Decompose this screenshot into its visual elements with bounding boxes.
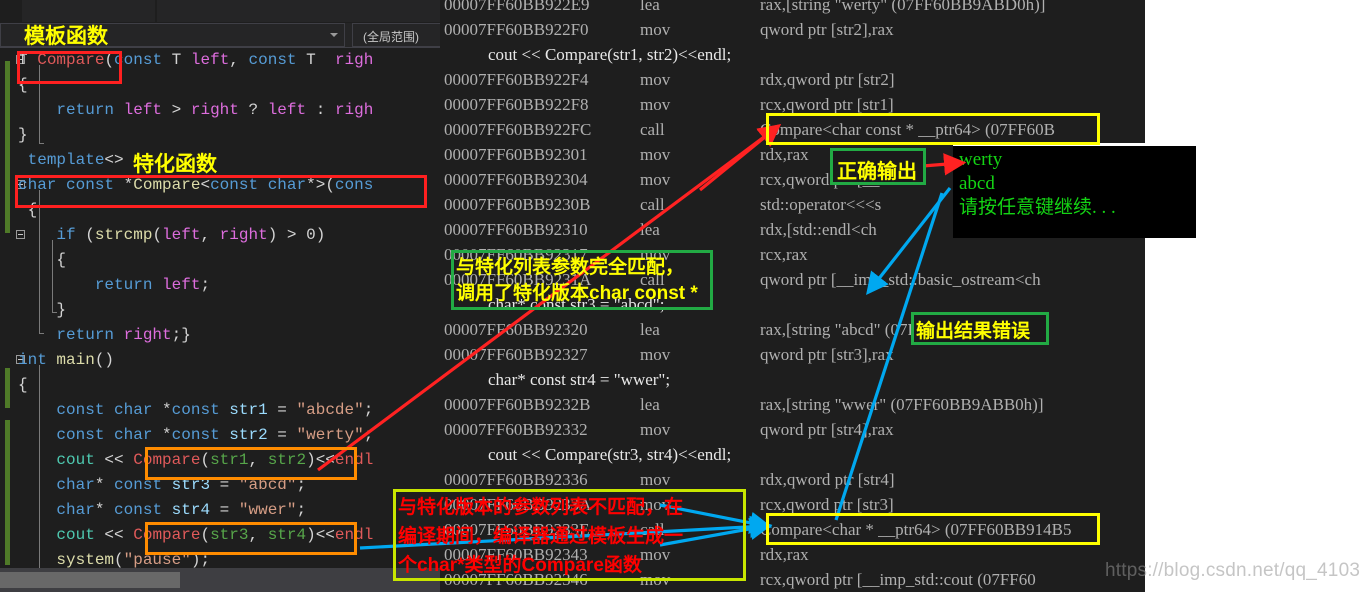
disassembly-operands: rax,[string "werty" (07FF60BB9ABD0h)] — [760, 0, 1046, 14]
screenshot-root: (全局范围) T Compare(const T left, const T r… — [0, 0, 1360, 592]
editor-hscroll-thumb[interactable] — [0, 572, 180, 588]
disassembly-address: 00007FF60BB92301 — [444, 145, 588, 164]
disassembly-source-line: cout << Compare(str1, str2)<<endl; — [488, 45, 732, 64]
disassembly-operands: std::operator<<<s — [760, 195, 882, 214]
fold-guide-cap — [39, 143, 44, 144]
yellow-box-compare-template-call — [766, 513, 1100, 545]
label-mismatch-note-line1: 与特化版本的参数列表不匹配，在 — [398, 497, 684, 518]
code-line: } — [56, 301, 67, 319]
disassembly-source-line: char* const str4 = "wwer"; — [488, 370, 671, 389]
disassembly-address: 00007FF60BB922FC — [444, 120, 592, 139]
console-line: abcd — [959, 173, 995, 194]
disassembly-address: 00007FF60BB922E9 — [444, 0, 590, 14]
disassembly-operands: qword ptr [str2],rax — [760, 20, 894, 39]
code-line: if (strcmp(left, right) > 0) — [56, 226, 326, 244]
disassembly-mnemonic: lea — [640, 0, 660, 14]
disassembly-mnemonic: lea — [640, 220, 660, 239]
disassembly-operands: qword ptr [str4],rax — [760, 420, 894, 439]
label-mismatch-note-line2: 编译期间，编译器通过模板生成一 — [398, 526, 684, 547]
code-line: int main() — [18, 351, 115, 369]
label-match-note-line1: 与特化列表参数完全匹配， — [456, 257, 685, 278]
scope-dropdown-right-label: (全局范围) — [363, 30, 419, 44]
label-correct-output: 正确输出 — [837, 161, 917, 183]
disassembly-address: 00007FF60BB92320 — [444, 320, 588, 339]
watermark: https://blog.csdn.net/qq_41035588 — [1105, 560, 1360, 581]
disassembly-mnemonic: mov — [640, 70, 671, 89]
disassembly-operands: rdx,[std::endl<ch — [760, 220, 877, 239]
label-match-note-line2: 调用了特化版本char const * — [456, 283, 698, 304]
disassembly-mnemonic: lea — [640, 320, 660, 339]
disassembly-mnemonic: call — [640, 195, 665, 214]
disassembly-operands: qword ptr [__imp_std::basic_ostream<ch — [760, 270, 1041, 289]
disassembly-mnemonic: call — [640, 120, 665, 139]
disassembly-source-line: cout << Compare(str3, str4)<<endl; — [488, 445, 732, 464]
red-box-template-signature — [17, 51, 122, 84]
label-template-function: 模板函数 — [24, 25, 108, 48]
scope-dropdown-right[interactable]: (全局范围) — [352, 23, 440, 47]
disassembly-mnemonic: mov — [640, 170, 671, 189]
disassembly-operands: rdx,rax — [760, 545, 809, 564]
disassembly-address: 00007FF60BB922F8 — [444, 95, 589, 114]
disassembly-operands: rdx,qword ptr [str4] — [760, 470, 895, 489]
editor-tab-strip[interactable] — [0, 0, 440, 22]
disassembly-operands: rdx,qword ptr [str2] — [760, 70, 895, 89]
page-white-background — [1145, 0, 1360, 592]
disassembly-mnemonic: mov — [640, 420, 671, 439]
disassembly-mnemonic: lea — [640, 395, 660, 414]
code-text-area[interactable]: T Compare(const T left, const T righ{ re… — [0, 48, 440, 568]
disassembly-mnemonic: mov — [640, 145, 671, 164]
console-line: 请按任意键继续. . . — [959, 197, 1116, 218]
code-line: } — [18, 126, 28, 144]
change-bar — [5, 368, 10, 408]
code-line: const char *const str2 = "werty"; — [56, 426, 374, 444]
disassembly-mnemonic: mov — [640, 95, 671, 114]
code-line: { — [56, 251, 67, 269]
disassembly-operands: rdx,rax — [760, 145, 809, 164]
code-line: { — [18, 376, 28, 394]
disassembly-operands: rcx,qword ptr [__imp_std::cout (07FF60 — [760, 570, 1036, 589]
disassembly-address: 00007FF60BB92310 — [444, 220, 588, 239]
change-bar — [5, 61, 10, 113]
disassembly-mnemonic: mov — [640, 20, 671, 39]
disassembly-address: 00007FF60BB92327 — [444, 345, 588, 364]
disassembly-mnemonic: mov — [640, 345, 671, 364]
console-line: werty — [959, 149, 1003, 170]
code-line: return left; — [94, 276, 211, 294]
editor-tab-active[interactable] — [0, 0, 22, 22]
red-box-specialization-signature — [15, 175, 427, 208]
code-line: template<> — [27, 151, 124, 169]
disassembly-operands: rcx,rax — [760, 245, 808, 264]
orange-box-compare-call-2 — [145, 522, 357, 555]
disassembly-address: 00007FF60BB9230B — [444, 195, 591, 214]
editor-horizontal-scrollbar[interactable] — [0, 568, 440, 592]
code-line: return right;} — [56, 326, 191, 344]
label-wrong-output: 输出结果错误 — [916, 321, 1031, 342]
yellow-box-compare-specialized-call — [766, 113, 1100, 145]
code-line: const char *const str1 = "abcde"; — [56, 401, 374, 419]
label-mismatch-note-line3: 个char*类型的Compare函数 — [398, 555, 642, 576]
console-output-window[interactable]: werty abcd 请按任意键继续. . . — [953, 143, 1196, 238]
code-line: return left > right ? left : righ — [56, 101, 374, 119]
orange-box-compare-call-1 — [145, 447, 357, 480]
code-line: char* const str4 = "wwer"; — [56, 501, 307, 519]
change-bar — [5, 113, 10, 233]
disassembly-address: 00007FF60BB922F4 — [444, 70, 589, 89]
label-specialization-function: 特化函数 — [133, 153, 217, 176]
disassembly-address: 00007FF60BB92332 — [444, 420, 588, 439]
disassembly-address: 00007FF60BB92304 — [444, 170, 588, 189]
disassembly-address: 00007FF60BB922F0 — [444, 20, 589, 39]
disassembly-address: 00007FF60BB9232B — [444, 395, 591, 414]
disassembly-operands: qword ptr [str3],rax — [760, 345, 894, 364]
code-editor-pane: (全局范围) T Compare(const T left, const T r… — [0, 0, 440, 592]
disassembly-operands: rax,[string "wwer" (07FF60BB9ABB0h)] — [760, 395, 1044, 414]
chevron-down-icon[interactable] — [330, 33, 338, 37]
change-bar — [5, 420, 10, 565]
editor-tab-divider — [155, 0, 157, 22]
